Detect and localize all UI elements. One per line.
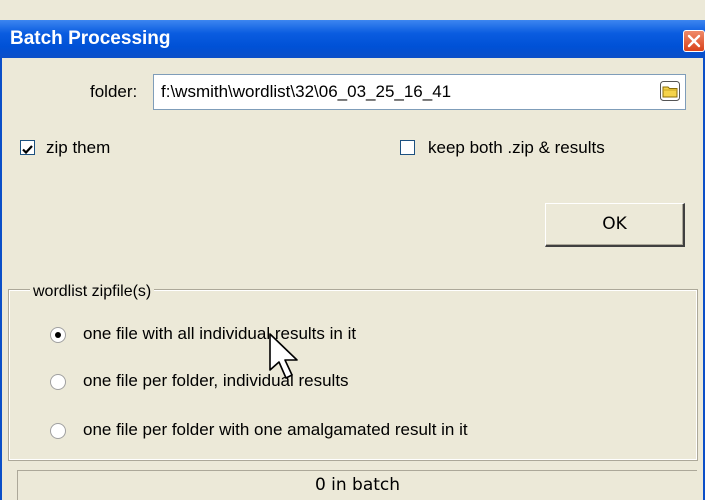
ok-button[interactable]: OK bbox=[545, 203, 685, 247]
window-title: Batch Processing bbox=[10, 28, 171, 49]
keep-both-checkbox[interactable] bbox=[400, 140, 415, 155]
window-border-left bbox=[0, 58, 2, 500]
radio-label-one-file-per-folder-amalgamated[interactable]: one file per folder with one amalgamated… bbox=[83, 420, 468, 440]
title-bar[interactable]: Batch Processing bbox=[0, 20, 705, 58]
zip-them-checkbox[interactable] bbox=[20, 140, 35, 155]
folder-icon bbox=[660, 81, 680, 101]
radio-selected-dot bbox=[55, 332, 61, 338]
zip-them-label[interactable]: zip them bbox=[46, 138, 110, 158]
radio-one-file-all-results[interactable] bbox=[50, 327, 66, 343]
radio-label-one-file-per-folder-individual[interactable]: one file per folder, individual results bbox=[83, 371, 349, 391]
close-button[interactable] bbox=[683, 30, 705, 52]
close-icon bbox=[687, 34, 701, 48]
folder-label: folder: bbox=[90, 82, 138, 101]
zipfile-group-legend: wordlist zipfile(s) bbox=[30, 283, 155, 301]
keep-both-label[interactable]: keep both .zip & results bbox=[428, 138, 605, 158]
folder-browse-button[interactable] bbox=[659, 80, 681, 102]
mouse-pointer-icon bbox=[269, 333, 298, 379]
status-bar: 0 in batch bbox=[17, 470, 697, 500]
radio-one-file-per-folder-individual[interactable] bbox=[50, 374, 66, 390]
folder-path-input[interactable] bbox=[153, 74, 686, 110]
radio-label-one-file-all-results[interactable]: one file with all individual results in … bbox=[83, 324, 356, 344]
radio-one-file-per-folder-amalgamated[interactable] bbox=[50, 423, 66, 439]
checkmark-icon bbox=[22, 145, 33, 155]
batch-processing-dialog: Batch Processing folder: zip them keep b… bbox=[0, 0, 705, 500]
